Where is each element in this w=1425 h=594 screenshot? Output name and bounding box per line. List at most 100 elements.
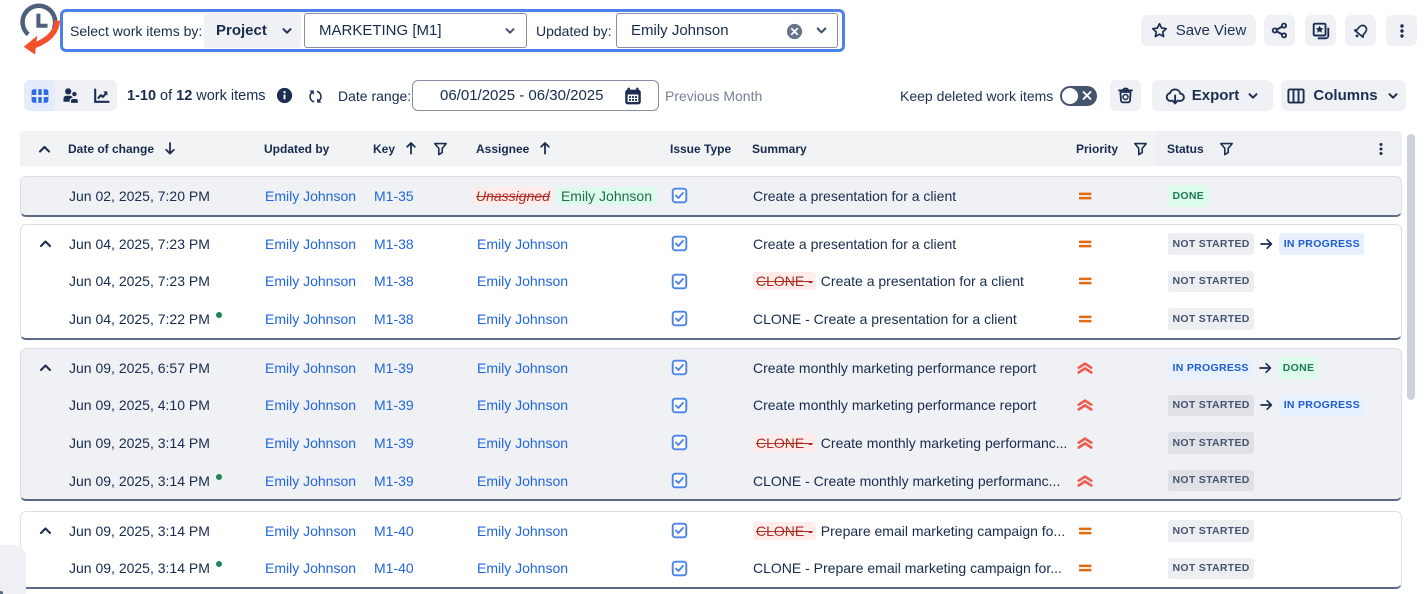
clear-filter-icon[interactable] [786, 23, 803, 40]
summary-cell: CLONE - Create monthly marketing perform… [753, 462, 1060, 500]
column-header-date[interactable]: Date of change [68, 131, 177, 166]
summary-text: Prepare email marketing campaign fo... [821, 523, 1065, 539]
work-item-key-link[interactable]: M1-38 [374, 236, 414, 252]
bell-icon [1352, 22, 1370, 40]
filter-mode-select[interactable]: Project [204, 13, 301, 48]
view-grid-button[interactable] [24, 80, 55, 111]
work-item-key-link[interactable]: M1-40 [374, 560, 414, 576]
work-item-key-link[interactable]: M1-39 [374, 360, 414, 376]
share-button[interactable] [1264, 15, 1295, 46]
summary-text: Create monthly marketing performance rep… [753, 360, 1036, 376]
chevron-down-icon [503, 24, 517, 38]
priority-medium-icon [1077, 311, 1093, 327]
summary-removed-prefix: CLONE - [753, 434, 816, 452]
work-item-key-link[interactable]: M1-39 [374, 397, 414, 413]
notifications-button[interactable] [1345, 15, 1376, 46]
priority-cell [1077, 512, 1093, 550]
filter-project-select[interactable]: MARKETING [M1] [304, 13, 527, 48]
updated-by-link[interactable]: Emily Johnson [265, 435, 356, 451]
filter-funnel-icon[interactable] [1219, 142, 1234, 156]
summary-cell: CLONE -Create a presentation for a clien… [753, 263, 1024, 301]
refresh-icon[interactable] [306, 87, 325, 106]
export-button[interactable]: Export [1152, 80, 1273, 111]
work-item-key-link[interactable]: M1-40 [374, 523, 414, 539]
column-header-status[interactable]: Status [1167, 131, 1234, 166]
work-item-key-link[interactable]: M1-38 [374, 273, 414, 289]
work-item-key-link[interactable]: M1-39 [374, 435, 414, 451]
updated-by-link[interactable]: Emily Johnson [265, 473, 356, 489]
assignee-link[interactable]: Emily Johnson [477, 311, 568, 327]
status-badge: IN PROGRESS [1279, 233, 1364, 255]
collapse-group-button[interactable] [33, 349, 57, 387]
work-item-key-link[interactable]: M1-35 [374, 188, 414, 204]
updated-by-link[interactable]: Emily Johnson [265, 236, 356, 252]
updated-by-link[interactable]: Emily Johnson [265, 273, 356, 289]
updated-by-link[interactable]: Emily Johnson [265, 523, 356, 539]
updated-by-link[interactable]: Emily Johnson [265, 188, 356, 204]
table-row: Jun 09, 2025, 3:14 PMEmily JohnsonM1-40E… [21, 550, 1401, 588]
issue-type-cell [671, 512, 688, 550]
column-header-key[interactable]: Key [373, 131, 448, 166]
assignee-link[interactable]: Emily Johnson [477, 523, 568, 539]
date-of-change-cell: Jun 09, 2025, 3:14 PM [69, 512, 210, 550]
collapse-group-button[interactable] [33, 225, 57, 263]
summary-text: Create a presentation for a client [821, 273, 1024, 289]
column-header-issue-type[interactable]: Issue Type [670, 131, 731, 166]
assignee-link[interactable]: Emily Johnson [477, 397, 568, 413]
assignee-link[interactable]: Emily Johnson [477, 273, 568, 289]
assignee-link[interactable]: Emily Johnson [477, 560, 568, 576]
updated-by-link[interactable]: Emily Johnson [265, 360, 356, 376]
keep-deleted-toggle[interactable] [1060, 86, 1097, 106]
priority-cell [1077, 300, 1093, 338]
view-chart-button[interactable] [86, 80, 117, 111]
deleted-items-button[interactable] [1110, 80, 1141, 111]
key-cell: M1-39 [374, 424, 414, 462]
column-header-updated-by[interactable]: Updated by [264, 131, 329, 166]
filter-funnel-icon[interactable] [1133, 142, 1148, 156]
updated-by-label: Updated by: [536, 23, 612, 39]
view-people-button[interactable] [55, 80, 86, 111]
previous-month-link[interactable]: Previous Month [665, 80, 762, 111]
collapse-all-icon[interactable] [38, 144, 51, 153]
filter-funnel-icon[interactable] [433, 142, 448, 156]
info-icon[interactable] [276, 87, 293, 104]
assignee-link[interactable]: Emily Johnson [477, 360, 568, 376]
status-cell: NOT STARTED [1168, 512, 1254, 550]
status-cell: NOT STARTEDIN PROGRESS [1168, 225, 1364, 263]
filter-updated-by-select[interactable]: Emily Johnson [616, 13, 838, 48]
status-badge: IN PROGRESS [1279, 395, 1364, 417]
more-actions-button[interactable] [1386, 15, 1417, 46]
filter-panel: Select work items by: Project MARKETING … [60, 9, 845, 52]
key-cell: M1-38 [374, 300, 414, 338]
assignee-link[interactable]: Emily Johnson [477, 435, 568, 451]
issue-type-task-icon [671, 560, 688, 577]
issue-type-task-icon [671, 434, 688, 451]
assignee-link[interactable]: Emily Johnson [477, 236, 568, 252]
work-item-key-link[interactable]: M1-38 [374, 311, 414, 327]
filter-mode-value: Project [216, 22, 267, 39]
column-header-summary[interactable]: Summary [752, 131, 807, 166]
updated-by-link[interactable]: Emily Johnson [265, 397, 356, 413]
date-range-input[interactable]: 06/01/2025 - 06/30/2025 [412, 80, 659, 111]
saved-views-button[interactable] [1305, 15, 1336, 46]
updated-by-link[interactable]: Emily Johnson [265, 560, 356, 576]
priority-highest-icon [1077, 435, 1093, 451]
issue-type-cell [671, 300, 688, 338]
table-header-kebab-icon[interactable] [1374, 141, 1388, 156]
assignee-link[interactable]: Emily Johnson [477, 473, 568, 489]
collapse-group-button[interactable] [33, 512, 57, 550]
column-header-assignee[interactable]: Assignee [476, 131, 552, 166]
summary-cell: CLONE - Create a presentation for a clie… [753, 300, 1017, 338]
issue-type-task-icon [671, 187, 688, 204]
people-view-icon [62, 87, 80, 104]
updated-by-cell: Emily Johnson [265, 424, 356, 462]
priority-highest-icon [1077, 473, 1093, 489]
priority-cell [1077, 462, 1093, 500]
column-header-priority[interactable]: Priority [1076, 131, 1148, 166]
updated-by-link[interactable]: Emily Johnson [265, 311, 356, 327]
vertical-scrollbar-thumb[interactable] [1407, 134, 1415, 400]
save-view-button[interactable]: Save View [1141, 15, 1256, 46]
columns-button[interactable]: Columns [1281, 80, 1406, 111]
columns-icon [1287, 88, 1305, 104]
work-item-key-link[interactable]: M1-39 [374, 473, 414, 489]
